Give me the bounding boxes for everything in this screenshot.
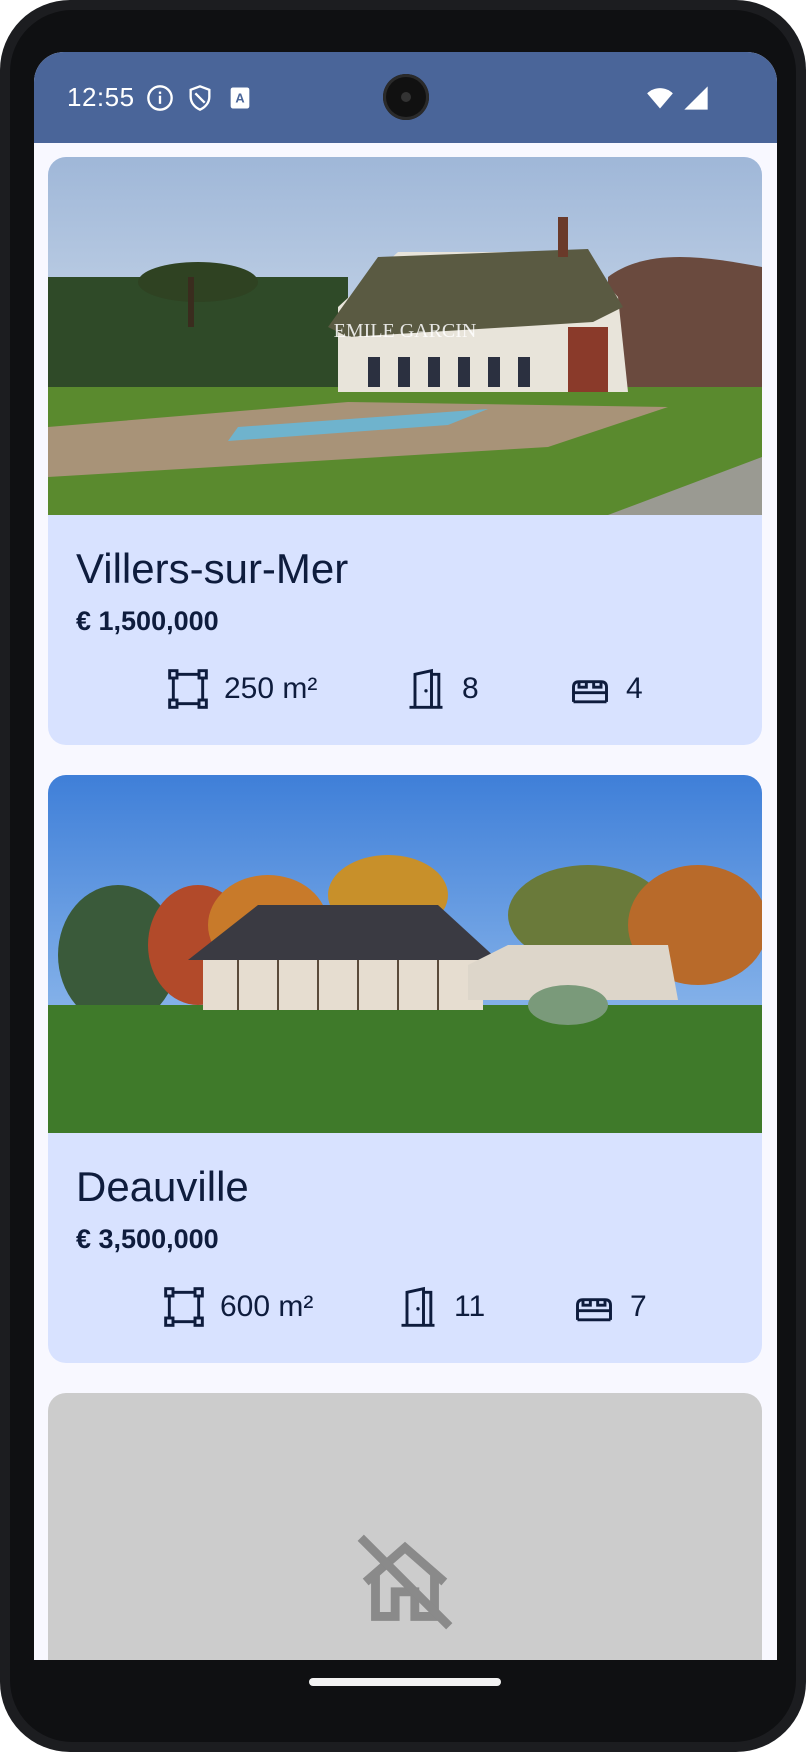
- area-stat: 600 m²: [162, 1285, 313, 1329]
- rooms-stat: 8: [404, 667, 479, 711]
- status-icons-left: A: [146, 84, 254, 112]
- keyboard-a-icon: A: [226, 84, 254, 112]
- listing-title: Villers-sur-Mer: [76, 545, 349, 592]
- listing-card[interactable]: EMILE GARCIN Villers-sur-Mer € 1,500,000…: [48, 157, 762, 745]
- area-value: 250 m²: [224, 672, 318, 705]
- area-icon: [168, 669, 208, 709]
- home-indicator[interactable]: [309, 1678, 501, 1686]
- gesture-nav-bar: [34, 1660, 777, 1710]
- status-time: 12:55: [67, 82, 135, 112]
- cell-signal-icon: [682, 84, 710, 117]
- info-icon: [146, 84, 174, 112]
- front-camera: [383, 74, 429, 120]
- listing-price: € 1,500,000: [76, 606, 219, 636]
- status-icons-right: [646, 84, 710, 117]
- status-bar: 12:55 A: [34, 52, 777, 143]
- door-icon: [401, 1286, 435, 1327]
- no-home-icon: [357, 1534, 453, 1630]
- bedrooms-stat: 4: [568, 667, 643, 711]
- rooms-value: 11: [454, 1290, 486, 1323]
- listing-photo: EMILE GARCIN: [48, 157, 762, 515]
- rooms-stat: 11: [396, 1285, 485, 1329]
- door-icon: [409, 668, 443, 709]
- listing-list[interactable]: EMILE GARCIN Villers-sur-Mer € 1,500,000…: [34, 143, 777, 1660]
- photo-watermark: EMILE GARCIN: [334, 320, 477, 342]
- bedrooms-value: 7: [630, 1290, 647, 1323]
- screen: 12:55 A EMILE GARCIN Villers-sur-Mer € 1…: [34, 52, 777, 1660]
- shield-icon: [186, 84, 214, 112]
- svg-text:A: A: [235, 91, 244, 106]
- listing-photo: [48, 775, 762, 1133]
- bedrooms-value: 4: [626, 672, 643, 705]
- listing-price: € 3,500,000: [76, 1224, 219, 1254]
- rooms-value: 8: [462, 672, 479, 705]
- listing-card[interactable]: [48, 1393, 762, 1660]
- bed-icon: [576, 1298, 612, 1322]
- bed-icon: [572, 680, 608, 704]
- listing-title: Deauville: [76, 1163, 249, 1210]
- area-icon: [164, 1287, 204, 1327]
- area-stat: 250 m²: [166, 667, 317, 711]
- listing-card[interactable]: Deauville € 3,500,000 600 m² 11 7: [48, 775, 762, 1363]
- bedrooms-stat: 7: [572, 1285, 647, 1329]
- wifi-icon: [646, 84, 674, 117]
- area-value: 600 m²: [220, 1290, 314, 1323]
